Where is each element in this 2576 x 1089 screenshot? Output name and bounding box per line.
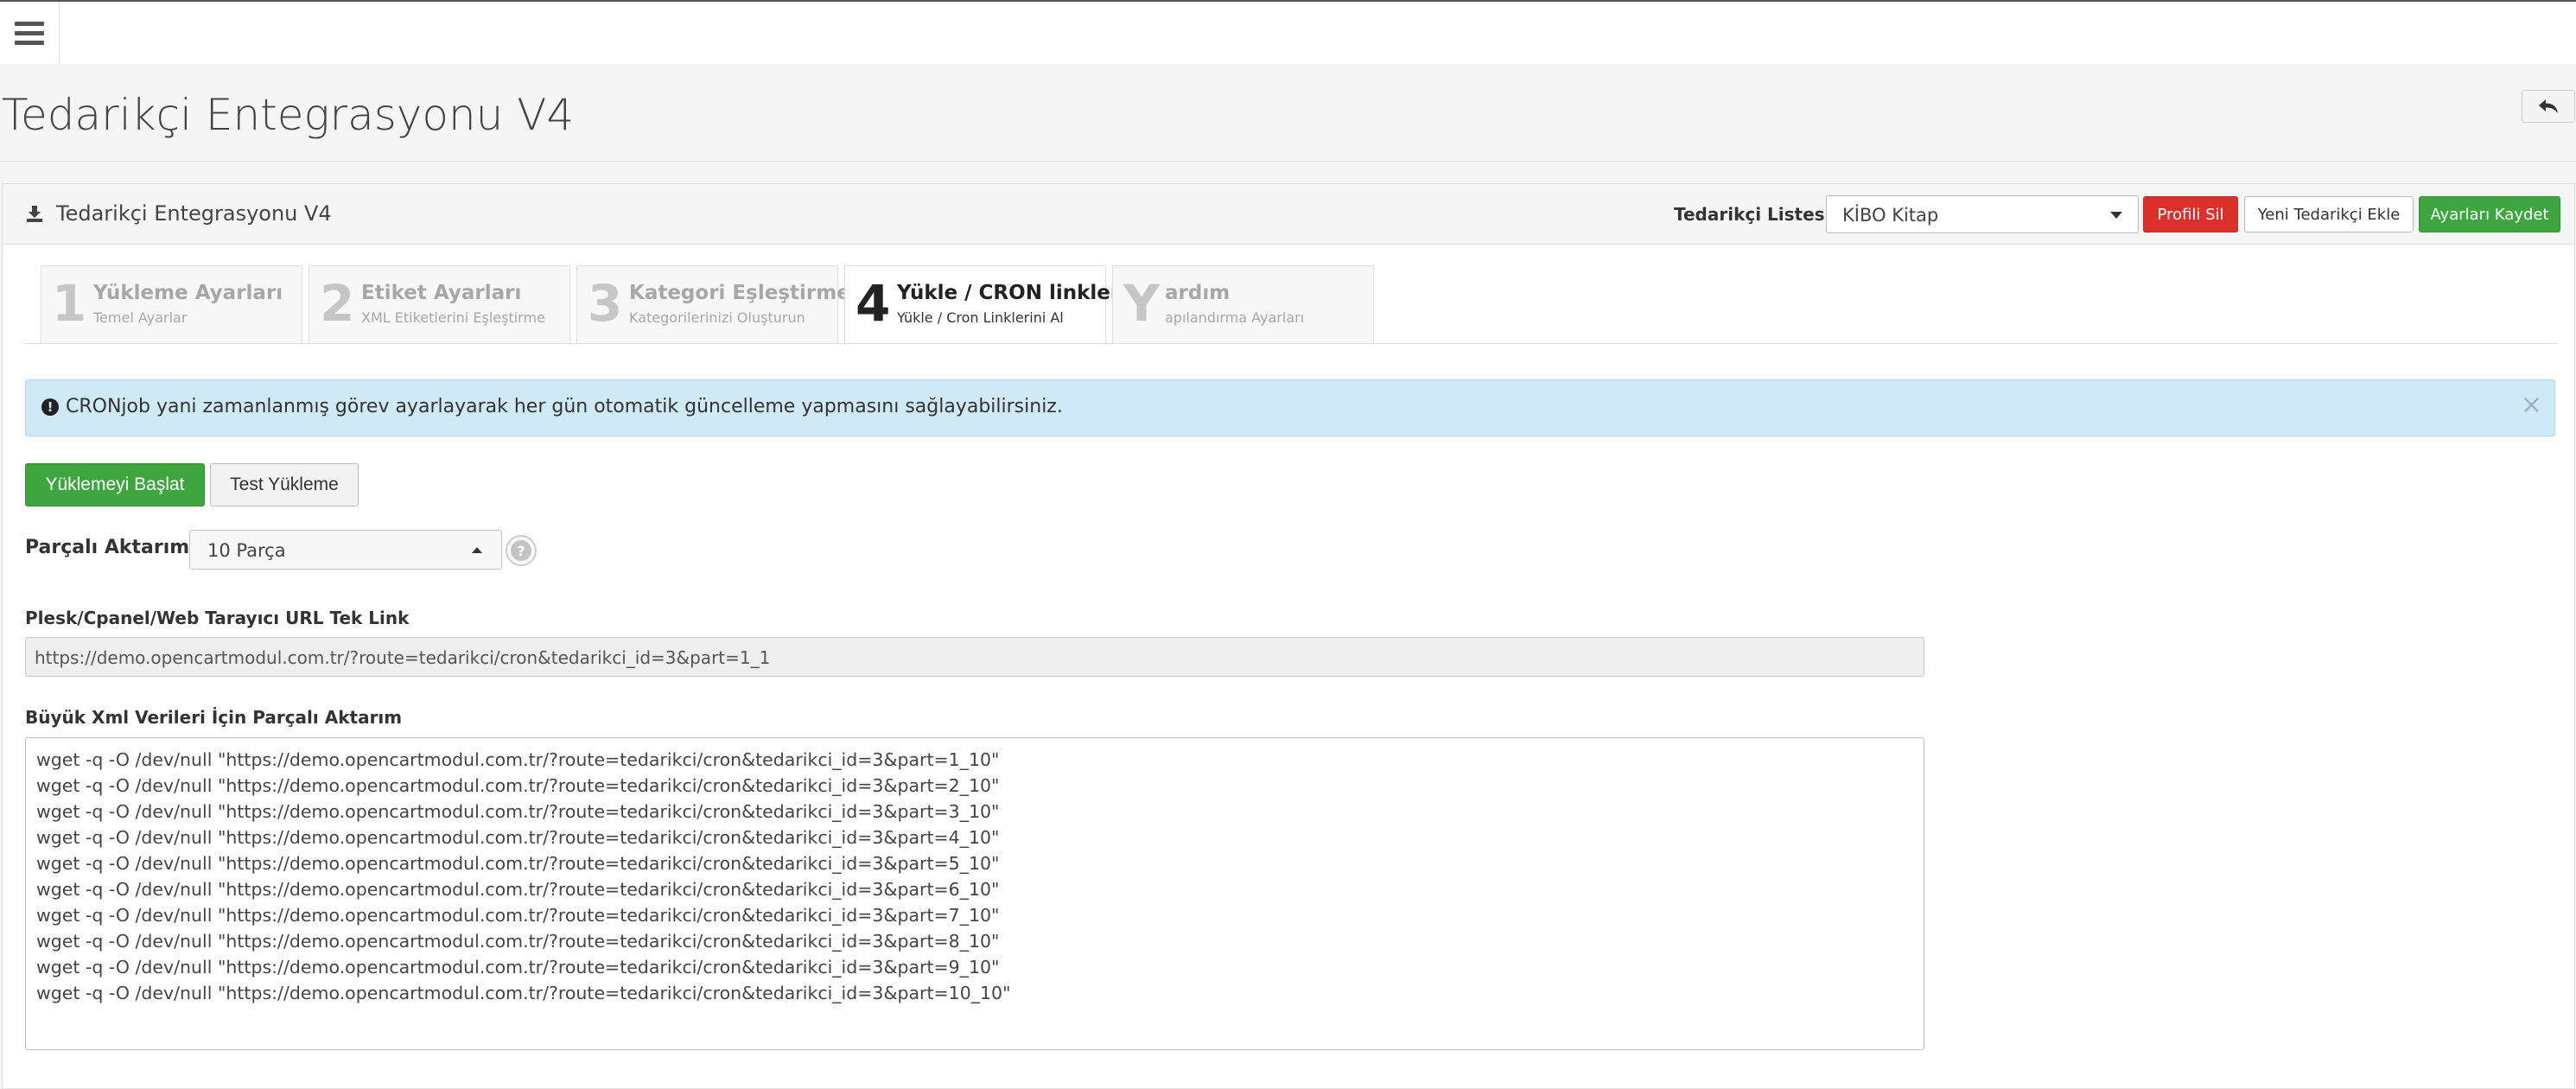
tab-help[interactable]: Y ardım apılandırma Ayarları xyxy=(1112,265,1374,344)
tab-tag-settings[interactable]: 2 Etiket Ayarları XML Etiketlerini Eşleş… xyxy=(308,265,570,344)
menu-toggle-button[interactable] xyxy=(0,2,60,64)
tab-title: ardım xyxy=(1165,282,1231,304)
partial-transfer-label: Parçalı Aktarım: xyxy=(25,537,197,558)
alert-text: CRONjob yani zamanlanmış görev ayarlayar… xyxy=(66,396,1063,417)
test-upload-button[interactable]: Test Yükleme xyxy=(210,463,359,506)
main-panel: Tedarikçi Entegrasyonu V4 Tedarikçi List… xyxy=(2,183,2575,1089)
cron-line: wget -q -O /dev/null "https://demo.openc… xyxy=(36,801,1000,822)
tab-subtitle: apılandırma Ayarları xyxy=(1165,309,1305,326)
top-bar xyxy=(0,0,2576,64)
tab-subtitle: Kategorilerinizi Oluşturun xyxy=(629,309,805,326)
reply-icon xyxy=(2539,99,2558,113)
tab-title: Kategori Eşleştirme xyxy=(629,282,850,304)
bulk-transfer-label: Büyük Xml Verileri İçin Parçalı Aktarım xyxy=(25,707,403,728)
tab-number: Y xyxy=(1123,274,1160,333)
close-icon[interactable]: × xyxy=(2521,392,2542,418)
add-supplier-button[interactable]: Yeni Tedarikçi Ekle xyxy=(2244,196,2414,232)
alert-content: ! CRONjob yani zamanlanmış görev ayarlay… xyxy=(41,396,1063,417)
tab-number: 2 xyxy=(320,274,355,333)
cron-commands-textarea[interactable]: wget -q -O /dev/null "https://demo.openc… xyxy=(25,737,1924,1050)
question-circle-icon: ? xyxy=(511,540,531,561)
caret-up-icon xyxy=(472,547,482,553)
cron-line: wget -q -O /dev/null "https://demo.openc… xyxy=(36,905,1000,926)
supplier-list-label: Tedarikçi Listesi: xyxy=(1674,204,1838,225)
partial-transfer-select[interactable]: 10 Parça xyxy=(189,530,502,570)
cron-line: wget -q -O /dev/null "https://demo.openc… xyxy=(36,931,1000,952)
tab-number: 4 xyxy=(855,274,891,333)
cron-line: wget -q -O /dev/null "https://demo.openc… xyxy=(36,879,1000,900)
tab-upload-settings[interactable]: 1 Yükleme Ayarları Temel Ayarlar xyxy=(41,265,302,344)
help-button[interactable]: ? xyxy=(506,535,537,566)
tab-subtitle: Yükle / Cron Linklerini Al xyxy=(897,309,1064,326)
caret-down-icon xyxy=(2110,212,2122,219)
info-circle-icon: ! xyxy=(41,398,59,416)
tab-subtitle: XML Etiketlerini Eşleştirme xyxy=(361,309,545,326)
cron-line: wget -q -O /dev/null "https://demo.openc… xyxy=(36,957,1000,978)
tab-category-matching[interactable]: 3 Kategori Eşleştirme Kategorilerinizi O… xyxy=(576,265,850,344)
cron-line: wget -q -O /dev/null "https://demo.openc… xyxy=(36,827,1000,848)
cron-line: wget -q -O /dev/null "https://demo.openc… xyxy=(36,853,1000,874)
panel-title: Tedarikçi Entegrasyonu V4 xyxy=(25,201,332,226)
cron-line: wget -q -O /dev/null "https://demo.openc… xyxy=(36,749,1000,770)
supplier-select[interactable]: KİBO Kitap xyxy=(1826,195,2139,233)
tab-cron-links[interactable]: 4 Yükle / CRON linkleri Yükle / Cron Lin… xyxy=(844,265,1127,345)
tab-subtitle: Temel Ayarlar xyxy=(93,309,188,326)
partial-transfer-value: 10 Parça xyxy=(207,540,286,561)
tab-number: 1 xyxy=(52,274,87,333)
save-settings-button[interactable]: Ayarları Kaydet xyxy=(2419,196,2560,232)
back-button[interactable] xyxy=(2522,90,2575,123)
supplier-select-value: KİBO Kitap xyxy=(1842,205,1939,226)
single-link-field[interactable]: https://demo.opencartmodul.com.tr/?route… xyxy=(25,637,1924,677)
tabs-baseline xyxy=(25,343,2557,344)
cron-line: wget -q -O /dev/null "https://demo.openc… xyxy=(36,983,1011,1003)
page-title: Tedarikçi Entegrasyonu V4 xyxy=(2,90,575,140)
start-upload-button[interactable]: Yüklemeyi Başlat xyxy=(25,463,205,506)
tab-title: Etiket Ayarları xyxy=(361,282,522,304)
header-divider xyxy=(0,161,2576,162)
info-alert: ! CRONjob yani zamanlanmış görev ayarlay… xyxy=(25,379,2555,436)
tab-number: 3 xyxy=(588,274,623,333)
panel-title-text: Tedarikçi Entegrasyonu V4 xyxy=(56,201,332,226)
cron-line: wget -q -O /dev/null "https://demo.openc… xyxy=(36,775,1000,796)
panel-heading: Tedarikçi Entegrasyonu V4 Tedarikçi List… xyxy=(3,184,2574,245)
download-icon xyxy=(27,206,42,222)
tab-title: Yükleme Ayarları xyxy=(93,282,283,304)
delete-profile-button[interactable]: Profili Sil xyxy=(2143,196,2238,232)
hamburger-icon xyxy=(15,16,44,50)
single-link-label: Plesk/Cpanel/Web Tarayıcı URL Tek Link xyxy=(25,608,410,628)
tab-title: Yükle / CRON linkleri xyxy=(897,282,1128,304)
